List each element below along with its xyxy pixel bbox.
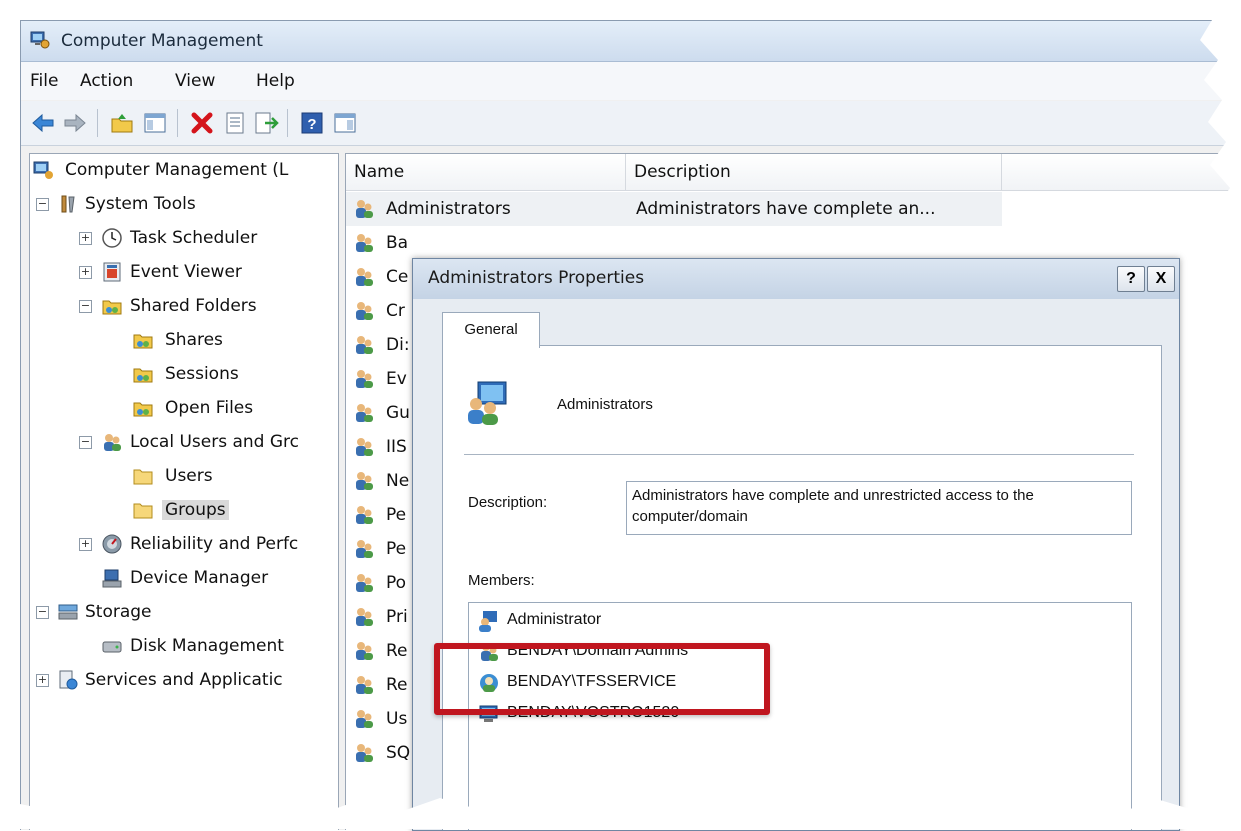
description-field[interactable]: Administrators have complete and unrestr…	[626, 481, 1132, 535]
list-row-name: Re	[386, 675, 408, 695]
shared-folder-icon	[133, 368, 153, 383]
menu-file[interactable]: File	[30, 71, 58, 91]
storage-icon	[58, 604, 78, 620]
group-icon	[356, 404, 373, 422]
menu-action[interactable]: Action	[80, 71, 133, 91]
help-icon[interactable]: ?	[299, 110, 325, 136]
members-list[interactable]: Administrator BENDAY\Domain Admins BENDA…	[468, 602, 1132, 830]
users-group-icon	[104, 434, 121, 451]
folder-icon	[133, 469, 153, 485]
list-row-name: Ne	[386, 471, 410, 491]
list-row-name: Cr	[386, 301, 405, 321]
forward-arrow-icon[interactable]	[62, 110, 88, 136]
group-icon	[356, 540, 373, 558]
toolbar: ?	[21, 101, 1241, 146]
group-icon	[356, 710, 373, 728]
collapse-toggle[interactable]: −	[36, 198, 49, 211]
group-icon	[356, 744, 373, 762]
expand-toggle[interactable]: +	[79, 266, 92, 279]
show-hide-tree-icon[interactable]	[142, 110, 168, 136]
event-viewer-icon	[103, 262, 121, 282]
expand-toggle[interactable]: +	[79, 538, 92, 551]
show-hide-action-pane-icon[interactable]	[332, 110, 358, 136]
services-icon	[59, 670, 78, 690]
shared-folder-icon	[133, 402, 153, 417]
dialog-title: Administrators Properties	[428, 268, 645, 288]
collapse-toggle[interactable]: −	[36, 606, 49, 619]
system-tools-icon	[61, 195, 75, 213]
list-row-name: Di:	[386, 335, 410, 355]
export-list-icon[interactable]	[253, 110, 279, 136]
group-icon	[356, 336, 373, 354]
list-row[interactable]: Ba	[346, 226, 1002, 260]
list-row-name: Ba	[386, 233, 409, 253]
list-row-name: IIS	[386, 437, 407, 457]
group-icon	[356, 302, 373, 320]
disk-icon	[102, 641, 122, 653]
group-icon	[356, 506, 373, 524]
device-manager-icon	[102, 569, 122, 588]
menu-view[interactable]: View	[175, 71, 215, 91]
computer-management-icon	[33, 161, 53, 179]
group-icon	[356, 370, 373, 388]
list-row-name: Pe	[386, 539, 407, 559]
list-row-name: Pe	[386, 505, 407, 525]
group-icon	[356, 200, 373, 218]
group-icon	[356, 438, 373, 456]
group-icon	[356, 268, 373, 286]
folder-icon	[133, 503, 153, 519]
collapse-toggle[interactable]: −	[79, 300, 92, 313]
column-header-description[interactable]: Description	[626, 154, 1002, 190]
reliability-icon	[102, 534, 122, 554]
up-folder-icon[interactable]	[109, 110, 135, 136]
group-icon	[356, 642, 373, 660]
window-title: Computer Management	[61, 31, 263, 51]
list-row-name: Re	[386, 641, 408, 661]
group-icon	[356, 472, 373, 490]
members-label: Members:	[468, 572, 535, 589]
back-arrow-icon[interactable]	[30, 110, 56, 136]
clock-icon	[102, 228, 122, 248]
list-row-name: Po	[386, 573, 407, 593]
navigation-tree: Computer Management (L − System Tools + …	[29, 153, 339, 830]
annotation-highlight-box	[434, 643, 770, 715]
list-row-administrators[interactable]: Administrators Administrators have compl…	[346, 192, 1002, 226]
delete-icon[interactable]	[189, 110, 215, 136]
menu-bar: File Action View Help	[21, 62, 1241, 100]
list-row-name: Gu	[386, 403, 410, 423]
title-bar: Computer Management	[21, 21, 1241, 62]
menu-help[interactable]: Help	[256, 71, 295, 91]
dialog-title-bar: Administrators Properties ? X	[413, 259, 1179, 299]
svg-text:?: ?	[307, 116, 316, 133]
expand-toggle[interactable]: +	[36, 674, 49, 687]
list-row-name: Us	[386, 709, 408, 729]
group-icon	[356, 574, 373, 592]
list-row-name: Ce	[386, 267, 409, 287]
properties-icon[interactable]	[222, 110, 248, 136]
shared-folder-icon	[102, 300, 122, 315]
list-row-name: Ev	[386, 369, 407, 389]
tab-general[interactable]: General	[442, 312, 540, 348]
close-button[interactable]: X	[1147, 266, 1175, 292]
computer-management-icon	[30, 31, 50, 49]
list-row-name: SQ	[386, 743, 411, 763]
description-label: Description:	[468, 494, 548, 511]
group-icon	[356, 676, 373, 694]
shared-folder-icon	[133, 334, 153, 349]
group-name: Administrators	[557, 396, 653, 413]
expand-toggle[interactable]: +	[79, 232, 92, 245]
help-button[interactable]: ?	[1117, 266, 1145, 292]
collapse-toggle[interactable]: −	[79, 436, 92, 449]
column-header-name[interactable]: Name	[346, 154, 626, 190]
administrators-properties-dialog: Administrators Properties ? X General Ad…	[412, 258, 1180, 831]
group-icon	[356, 234, 373, 252]
user-icon	[479, 611, 497, 632]
list-header: Name Description	[346, 154, 1241, 191]
group-icon	[468, 381, 507, 425]
separator	[464, 454, 1134, 455]
group-icon	[356, 608, 373, 626]
list-row-name: Pri	[386, 607, 408, 627]
general-tab-panel: Administrators Description: Administrato…	[442, 345, 1162, 830]
